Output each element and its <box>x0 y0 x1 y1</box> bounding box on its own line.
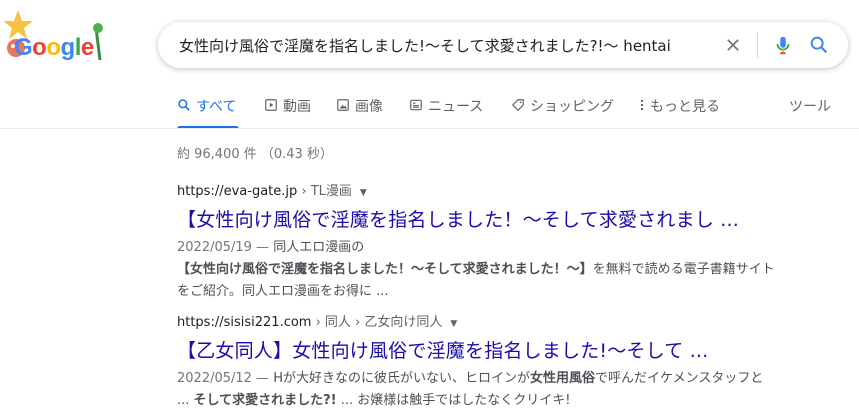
tab-videos[interactable]: 動画 <box>264 96 311 128</box>
tab-label: ショッピング <box>530 99 614 115</box>
video-icon <box>265 99 277 111</box>
close-icon[interactable] <box>724 36 742 54</box>
result-stats: 約 96,400 件 （0.43 秒） <box>177 147 333 162</box>
search-icon[interactable] <box>808 34 830 56</box>
tab-label: 画像 <box>355 99 383 115</box>
tab-news[interactable]: ニュース <box>409 96 483 128</box>
tab-more[interactable]: もっと見る <box>639 96 720 128</box>
tab-shopping[interactable]: ショッピング <box>511 96 614 128</box>
result-url: https://eva-gate.jp <box>177 184 298 199</box>
tools-button[interactable]: ツール <box>789 96 831 116</box>
news-icon <box>410 99 422 111</box>
divider <box>0 128 859 129</box>
caret-down-icon[interactable]: ▼ <box>360 188 367 198</box>
tab-images[interactable]: 画像 <box>336 96 383 128</box>
result-title-link[interactable]: 【乙女同人】女性向け風俗で淫魔を指名しました!〜そして ... <box>177 336 797 363</box>
tab-label: 動画 <box>283 99 311 115</box>
search-input[interactable]: 女性向け風俗で淫魔を指名しました!〜そして求愛されました?!〜 hentai <box>179 35 699 56</box>
logo-text: Google <box>14 34 94 61</box>
google-logo[interactable]: Google <box>3 8 116 68</box>
search-icon <box>178 99 190 111</box>
tab-label: もっと見る <box>650 99 720 115</box>
result-date: 2022/05/12 — <box>177 371 274 386</box>
result-url: https://sisisi221.com <box>177 315 312 330</box>
search-result: https://sisisi221.com › 同人 › 乙女向け同人 ▼ 【乙女… <box>177 311 797 412</box>
tab-all[interactable]: すべて <box>177 96 236 128</box>
tab-label: ニュース <box>428 99 484 115</box>
tab-label: すべて <box>196 99 237 115</box>
image-icon <box>337 99 349 111</box>
microphone-icon[interactable] <box>772 34 794 56</box>
result-cite[interactable]: https://sisisi221.com › 同人 › 乙女向け同人 ▼ <box>177 311 797 330</box>
result-title-link[interactable]: 【女性向け風俗で淫魔を指名しました！〜そして求愛されまし ... <box>177 205 797 232</box>
result-path: › TL漫画 <box>297 184 352 199</box>
more-icon <box>640 99 644 111</box>
result-snippet: 2022/05/19 — 同人エロ漫画の【女性向け風俗で淫魔を指名しました！〜そ… <box>177 237 777 303</box>
result-path: › 同人 › 乙女向け同人 <box>311 315 443 330</box>
caret-down-icon[interactable]: ▼ <box>450 319 457 329</box>
tag-icon <box>511 99 524 112</box>
divider <box>757 32 758 58</box>
search-result: https://eva-gate.jp › TL漫画 ▼ 【女性向け風俗で淫魔を指… <box>177 180 797 303</box>
result-date: 2022/05/19 — <box>177 240 274 255</box>
result-cite[interactable]: https://eva-gate.jp › TL漫画 ▼ <box>177 180 797 199</box>
result-snippet: 2022/05/12 — Hが大好きなのに彼氏がいない、ヒロインが女性用風俗で呼… <box>177 368 777 412</box>
search-box[interactable]: 女性向け風俗で淫魔を指名しました!〜そして求愛されました?!〜 hentai <box>158 22 848 68</box>
